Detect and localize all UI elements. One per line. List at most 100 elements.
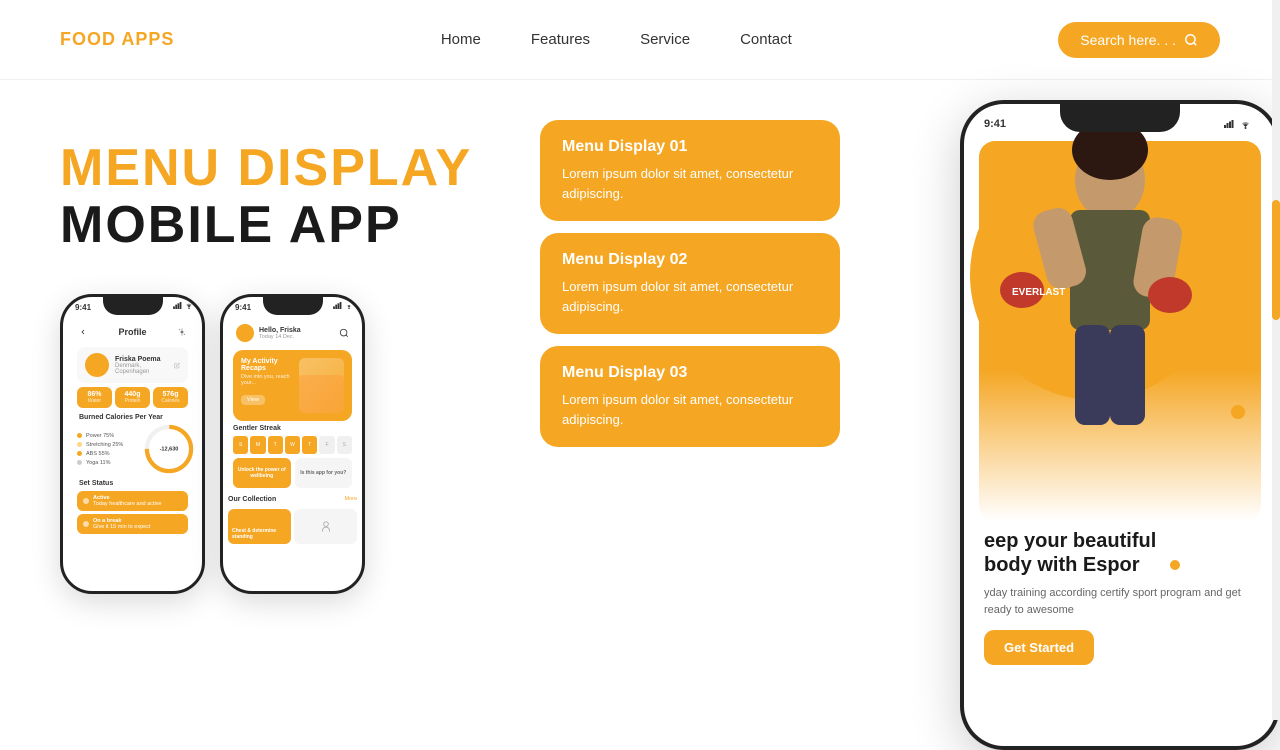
bar-row-abs: ABS 55% (77, 451, 140, 457)
stat-water-val: 86% (80, 391, 109, 398)
collection-card-2 (294, 509, 357, 544)
p2-card-text: My Activity Recaps Dive into you, reach … (241, 358, 293, 413)
phone-1-time: 9:41 (75, 303, 91, 312)
donut-chart: -12,630 (144, 424, 194, 474)
p1-bars: Power 75% Stretching 25% ABS 55% (77, 433, 140, 466)
p1-status-title: Set Status (79, 480, 186, 487)
bar-label-abs: ABS 55% (86, 451, 136, 457)
scrollbar[interactable] (1272, 0, 1280, 720)
phone-1: 9:41 Profile Fri (60, 294, 205, 594)
p1-chart-title: Burned Calories Per Year (79, 414, 186, 421)
p1-location: Denmark, Copenhagen (115, 363, 168, 375)
p2-name: Hello, Friska (259, 327, 301, 334)
donut-svg: -12,630 (144, 424, 194, 474)
p2-user-row: Hello, Friska Today 14 Dec. (236, 324, 301, 342)
p2-avatar (236, 324, 254, 342)
p2-collection-header: Our Collection More (228, 492, 357, 506)
menu-card-1-text: Lorem ipsum dolor sit amet, consectetur … (562, 164, 818, 203)
wellness-card-1: Unlock the power of wellbeing (233, 458, 291, 488)
stat-water-lbl: Water (80, 398, 109, 404)
p2-card-image (299, 358, 344, 413)
svg-text:-12,630: -12,630 (160, 447, 179, 453)
day-s2: S (337, 436, 352, 454)
nav-contact[interactable]: Contact (740, 31, 792, 48)
search-icon-2 (339, 328, 349, 338)
main-content: MENU DISPLAY MOBILE APP 9:41 Profile (0, 80, 1280, 720)
wellness-card-2: Is this app for you? (295, 458, 353, 488)
status-break-sub: Give it 15 min to expect (93, 524, 150, 530)
p1-header: Profile (71, 321, 194, 343)
stat-calories-lbl: Calories (156, 398, 185, 404)
p2-header: Hello, Friska Today 14 Dec. (228, 319, 357, 347)
bar-label-stretching: Stretching 25% (86, 442, 136, 448)
status-break: On a break Give it 15 min to expect (77, 514, 188, 534)
status-dot-active (83, 498, 89, 504)
hero-title-orange: MENU DISPLAY (60, 140, 540, 197)
bar-row-stretching: Stretching 25% (77, 442, 140, 448)
stat-calories: 576g Calories (153, 387, 188, 408)
phone-2: 9:41 Hello, Friska Today 14 Dec. (220, 294, 365, 594)
bar-row-yoga: Yoga 11% (77, 460, 140, 466)
back-icon (79, 328, 87, 336)
collection-grid: Chest & determine standing (228, 509, 357, 544)
phone-1-content: Profile Friska Poema Denmark, Copenhagen (63, 321, 202, 534)
stat-protein: 440g Protein (115, 387, 150, 408)
bar-dot-stretching (77, 442, 82, 447)
menu-card-1-title: Menu Display 01 (562, 138, 818, 156)
day-t2: T (302, 436, 317, 454)
orange-dot-2 (1170, 560, 1180, 570)
p2-streak-title: Gentler Streak (233, 425, 352, 432)
scrollbar-thumb[interactable] (1272, 200, 1280, 320)
nav-service[interactable]: Service (640, 31, 690, 48)
p2-days: S M T W T F S (233, 436, 352, 454)
signal-icon-2 (333, 302, 342, 309)
menu-card-3: Menu Display 03 Lorem ipsum dolor sit am… (540, 346, 840, 447)
nav-home[interactable]: Home (441, 31, 481, 48)
p2-collection: Our Collection More Chest & determine st… (228, 492, 357, 544)
menu-card-3-text: Lorem ipsum dolor sit amet, consectetur … (562, 390, 818, 429)
p2-collection-more[interactable]: More (344, 496, 357, 502)
brand-logo: FOOD APPS (60, 29, 174, 50)
stat-water: 86% Water (77, 387, 112, 408)
settings-icon (178, 328, 186, 336)
wellness-cards: Unlock the power of wellbeing Is this ap… (233, 458, 352, 488)
menu-card-3-title: Menu Display 03 (562, 364, 818, 382)
p1-profile-title: Profile (87, 327, 178, 337)
status-active-sub: Today healthcare and active (93, 501, 162, 507)
p1-chart-area: Power 75% Stretching 25% ABS 55% (77, 424, 188, 474)
right-section: Menu Display 01 Lorem ipsum dolor sit am… (540, 120, 1220, 720)
p2-card-title: My Activity Recaps (241, 358, 293, 372)
bar-label-yoga: Yoga 11% (86, 460, 136, 466)
collection-card-1: Chest & determine standing (228, 509, 291, 544)
bar-dot-abs (77, 451, 82, 456)
search-button-label: Search here. . . (1080, 32, 1176, 48)
p2-collection-title: Our Collection (228, 496, 276, 503)
phone-2-time: 9:41 (235, 303, 251, 312)
status-dot-break (83, 521, 89, 527)
svg-text:EVERLAST: EVERLAST (1012, 287, 1065, 298)
day-s1: S (233, 436, 248, 454)
phone-2-content: Hello, Friska Today 14 Dec. My Activity … (223, 319, 362, 544)
menu-cards: Menu Display 01 Lorem ipsum dolor sit am… (540, 120, 840, 447)
day-f: F (319, 436, 334, 454)
menu-card-2-text: Lorem ipsum dolor sit amet, consectetur … (562, 277, 818, 316)
nav-features[interactable]: Features (531, 31, 590, 48)
person-icon (319, 520, 333, 534)
phone-2-notch (263, 297, 323, 315)
status-active: Active Today healthcare and active (77, 491, 188, 511)
stat-protein-val: 440g (118, 391, 147, 398)
search-button[interactable]: Search here. . . (1058, 22, 1220, 58)
p2-activity-card: My Activity Recaps Dive into you, reach … (233, 350, 352, 421)
bp-cta-button[interactable]: Get Started (984, 630, 1094, 665)
phone-1-notch (103, 297, 163, 315)
menu-card-2-title: Menu Display 02 (562, 251, 818, 269)
p1-stats: 86% Water 440g Protein 576g Calories (77, 387, 188, 408)
p1-name: Friska Poema (115, 356, 168, 363)
hero-title-black: MOBILE APP (60, 197, 540, 254)
day-w: W (285, 436, 300, 454)
wifi-icon-2 (344, 302, 354, 309)
p2-card-btn[interactable]: View (241, 395, 265, 405)
p1-profile-card: Friska Poema Denmark, Copenhagen (77, 347, 188, 383)
p1-status-section: Active Today healthcare and active On a … (77, 491, 188, 534)
day-m: M (250, 436, 265, 454)
